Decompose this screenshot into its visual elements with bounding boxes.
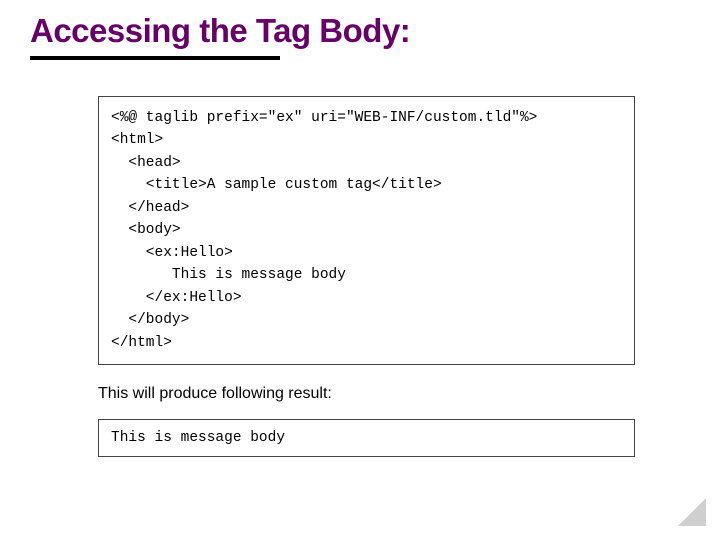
code-line: </head> bbox=[111, 200, 189, 216]
code-line: This is message body bbox=[111, 267, 346, 283]
code-line: <title>A sample custom tag</title> bbox=[111, 177, 442, 193]
code-line: <body> bbox=[111, 222, 181, 238]
code-line: <%@ taglib prefix="ex" uri="WEB-INF/cust… bbox=[111, 110, 537, 126]
output-block: This is message body bbox=[98, 419, 635, 457]
page-title: Accessing the Tag Body: bbox=[30, 12, 690, 50]
code-line: <html> bbox=[111, 132, 163, 148]
code-line: <head> bbox=[111, 155, 181, 171]
page-curl-shadow-icon bbox=[678, 498, 706, 526]
code-line: </html> bbox=[111, 335, 172, 351]
code-line: </body> bbox=[111, 312, 189, 328]
slide: Accessing the Tag Body: <%@ taglib prefi… bbox=[0, 0, 720, 540]
code-line: </ex:Hello> bbox=[111, 290, 242, 306]
code-block: <%@ taglib prefix="ex" uri="WEB-INF/cust… bbox=[98, 96, 635, 365]
result-caption: This will produce following result: bbox=[98, 385, 690, 403]
title-underline bbox=[30, 56, 280, 60]
code-line: <ex:Hello> bbox=[111, 245, 233, 261]
